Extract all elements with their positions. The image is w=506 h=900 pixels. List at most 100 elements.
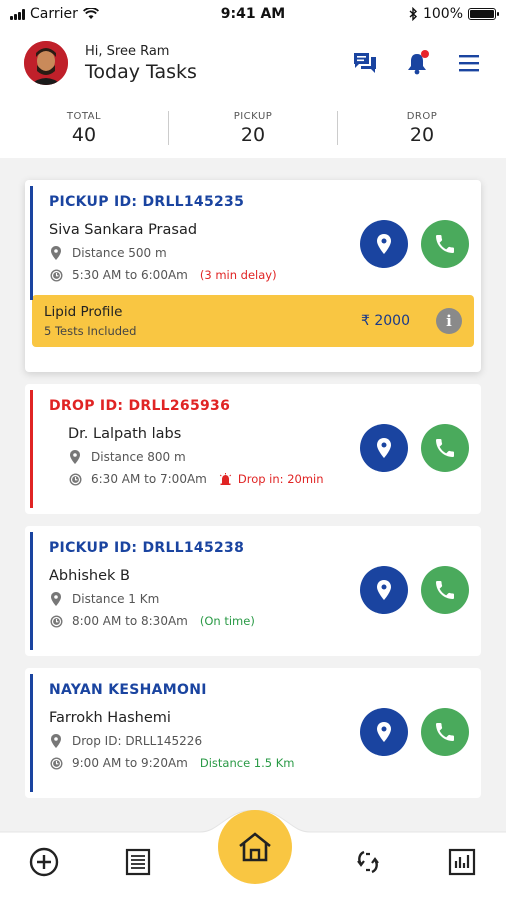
call-button[interactable]	[421, 220, 469, 268]
info-icon[interactable]: i	[436, 308, 462, 334]
card-body: PICKUP ID: DRLL145238 Abhishek B Distanc…	[25, 526, 481, 628]
task-id: NAYAN KESHAMONI	[49, 682, 207, 698]
stat-label: DROP	[406, 110, 438, 122]
task-note-wrap: Drop in: 20min	[219, 472, 324, 486]
task-card[interactable]: DROP ID: DRLL265936 Dr. Lalpath labs Dis…	[25, 384, 481, 514]
clock-icon	[49, 269, 63, 282]
stat-value: 20	[240, 123, 266, 146]
bottom-nav	[0, 810, 506, 900]
status-left: Carrier	[10, 6, 150, 22]
chart-icon[interactable]	[446, 846, 478, 878]
task-detail: Drop ID: DRLL145226	[72, 734, 203, 748]
task-detail: Distance 1 Km	[72, 592, 160, 606]
time-row: 9:00 AM to 9:20Am Distance 1.5 Km	[49, 756, 481, 770]
greeting: Hi, Sree Ram	[85, 43, 170, 59]
task-id: PICKUP ID: DRLL145238	[49, 540, 245, 556]
home-icon	[239, 832, 271, 862]
call-button[interactable]	[421, 566, 469, 614]
test-name: Lipid Profile	[44, 304, 123, 320]
phone-icon	[436, 235, 454, 253]
header: Hi, Sree Ram Today Tasks	[0, 28, 506, 98]
page-title: Today Tasks	[85, 60, 197, 83]
task-time: 5:30 AM to 6:00Am	[72, 268, 188, 282]
sync-icon[interactable]	[352, 846, 384, 878]
menu-icon[interactable]	[456, 50, 482, 76]
task-card[interactable]: NAYAN KESHAMONI Farrokh Hashemi Drop ID:…	[25, 668, 481, 798]
task-note: Distance 1.5 Km	[199, 756, 295, 770]
task-note: (On time)	[199, 614, 255, 628]
clock-icon	[49, 757, 63, 770]
stat-value: 20	[409, 123, 435, 146]
carrier-label: Carrier	[30, 6, 78, 22]
phone-icon	[436, 439, 454, 457]
task-time: 6:30 AM to 7:00Am	[91, 472, 207, 486]
card-body: DROP ID: DRLL265936 Dr. Lalpath labs Dis…	[25, 384, 481, 486]
task-list: PICKUP ID: DRLL145235 Siva Sankara Prasa…	[0, 158, 506, 798]
signal-icon	[10, 8, 25, 20]
status-right: 100%	[356, 6, 499, 22]
location-icon	[377, 438, 391, 458]
card-actions	[360, 708, 469, 756]
stat-label: PICKUP	[233, 110, 273, 122]
task-detail: Distance 500 m	[72, 246, 167, 260]
location-pin-icon	[68, 450, 82, 464]
task-id: PICKUP ID: DRLL145235	[49, 194, 245, 210]
battery-label: 100%	[422, 6, 463, 22]
notification-dot	[421, 50, 429, 58]
location-pin-icon	[49, 246, 63, 260]
test-count: 5 Tests Included	[44, 324, 137, 338]
test-price: ₹ 2000	[361, 313, 410, 329]
battery-icon	[468, 8, 499, 20]
location-button[interactable]	[360, 708, 408, 756]
card-actions	[360, 566, 469, 614]
add-icon[interactable]	[28, 846, 60, 878]
alarm-icon	[219, 473, 231, 485]
stat-label: TOTAL	[66, 110, 102, 122]
location-button[interactable]	[360, 424, 408, 472]
time-row: 5:30 AM to 6:00Am (3 min delay)	[49, 268, 481, 282]
location-button[interactable]	[360, 566, 408, 614]
status-time: 9:41 AM	[220, 6, 286, 22]
stat-pickup[interactable]: PICKUP 20	[169, 111, 337, 146]
list-icon[interactable]	[122, 846, 154, 878]
call-button[interactable]	[421, 424, 469, 472]
wifi-icon	[82, 8, 99, 19]
bluetooth-icon	[409, 7, 417, 21]
phone-icon	[436, 723, 454, 741]
card-body: PICKUP ID: DRLL145235 Siva Sankara Prasa…	[25, 180, 481, 282]
test-info: Lipid Profile 5 Tests Included	[44, 304, 361, 338]
task-detail: Distance 800 m	[91, 450, 186, 464]
time-row: 8:00 AM to 8:30Am (On time)	[49, 614, 481, 628]
clock-icon	[68, 473, 82, 486]
card-actions	[360, 220, 469, 268]
task-id: DROP ID: DRLL265936	[49, 398, 231, 414]
test-banner[interactable]: Lipid Profile 5 Tests Included ₹ 2000 i	[32, 295, 474, 347]
stat-drop[interactable]: DROP 20	[338, 111, 506, 146]
chat-icon[interactable]	[352, 50, 378, 76]
clock-icon	[49, 615, 63, 628]
bell-icon[interactable]	[404, 50, 430, 76]
home-button[interactable]	[218, 810, 292, 884]
task-time: 8:00 AM to 8:30Am	[72, 614, 188, 628]
card-body: NAYAN KESHAMONI Farrokh Hashemi Drop ID:…	[25, 668, 481, 770]
time-row: 6:30 AM to 7:00Am Drop in: 20min	[68, 472, 481, 486]
stats-bar: TOTAL 40 PICKUP 20 DROP 20	[0, 98, 506, 158]
avatar[interactable]	[24, 41, 68, 85]
header-icons	[352, 50, 482, 76]
greeting-wrap: Hi, Sree Ram Today Tasks	[85, 44, 352, 83]
card-actions	[360, 424, 469, 472]
task-card[interactable]: PICKUP ID: DRLL145238 Abhishek B Distanc…	[25, 526, 481, 656]
task-card[interactable]: PICKUP ID: DRLL145235 Siva Sankara Prasa…	[25, 180, 481, 372]
status-bar: Carrier 9:41 AM 100%	[0, 0, 506, 28]
location-pin-icon	[49, 592, 63, 606]
location-icon	[377, 580, 391, 600]
location-icon	[377, 722, 391, 742]
stat-total[interactable]: TOTAL 40	[0, 111, 168, 146]
location-pin-icon	[49, 734, 63, 748]
phone-icon	[436, 581, 454, 599]
task-note: Drop in: 20min	[237, 472, 324, 486]
call-button[interactable]	[421, 708, 469, 756]
location-icon	[377, 234, 391, 254]
location-button[interactable]	[360, 220, 408, 268]
task-note: (3 min delay)	[199, 268, 277, 282]
